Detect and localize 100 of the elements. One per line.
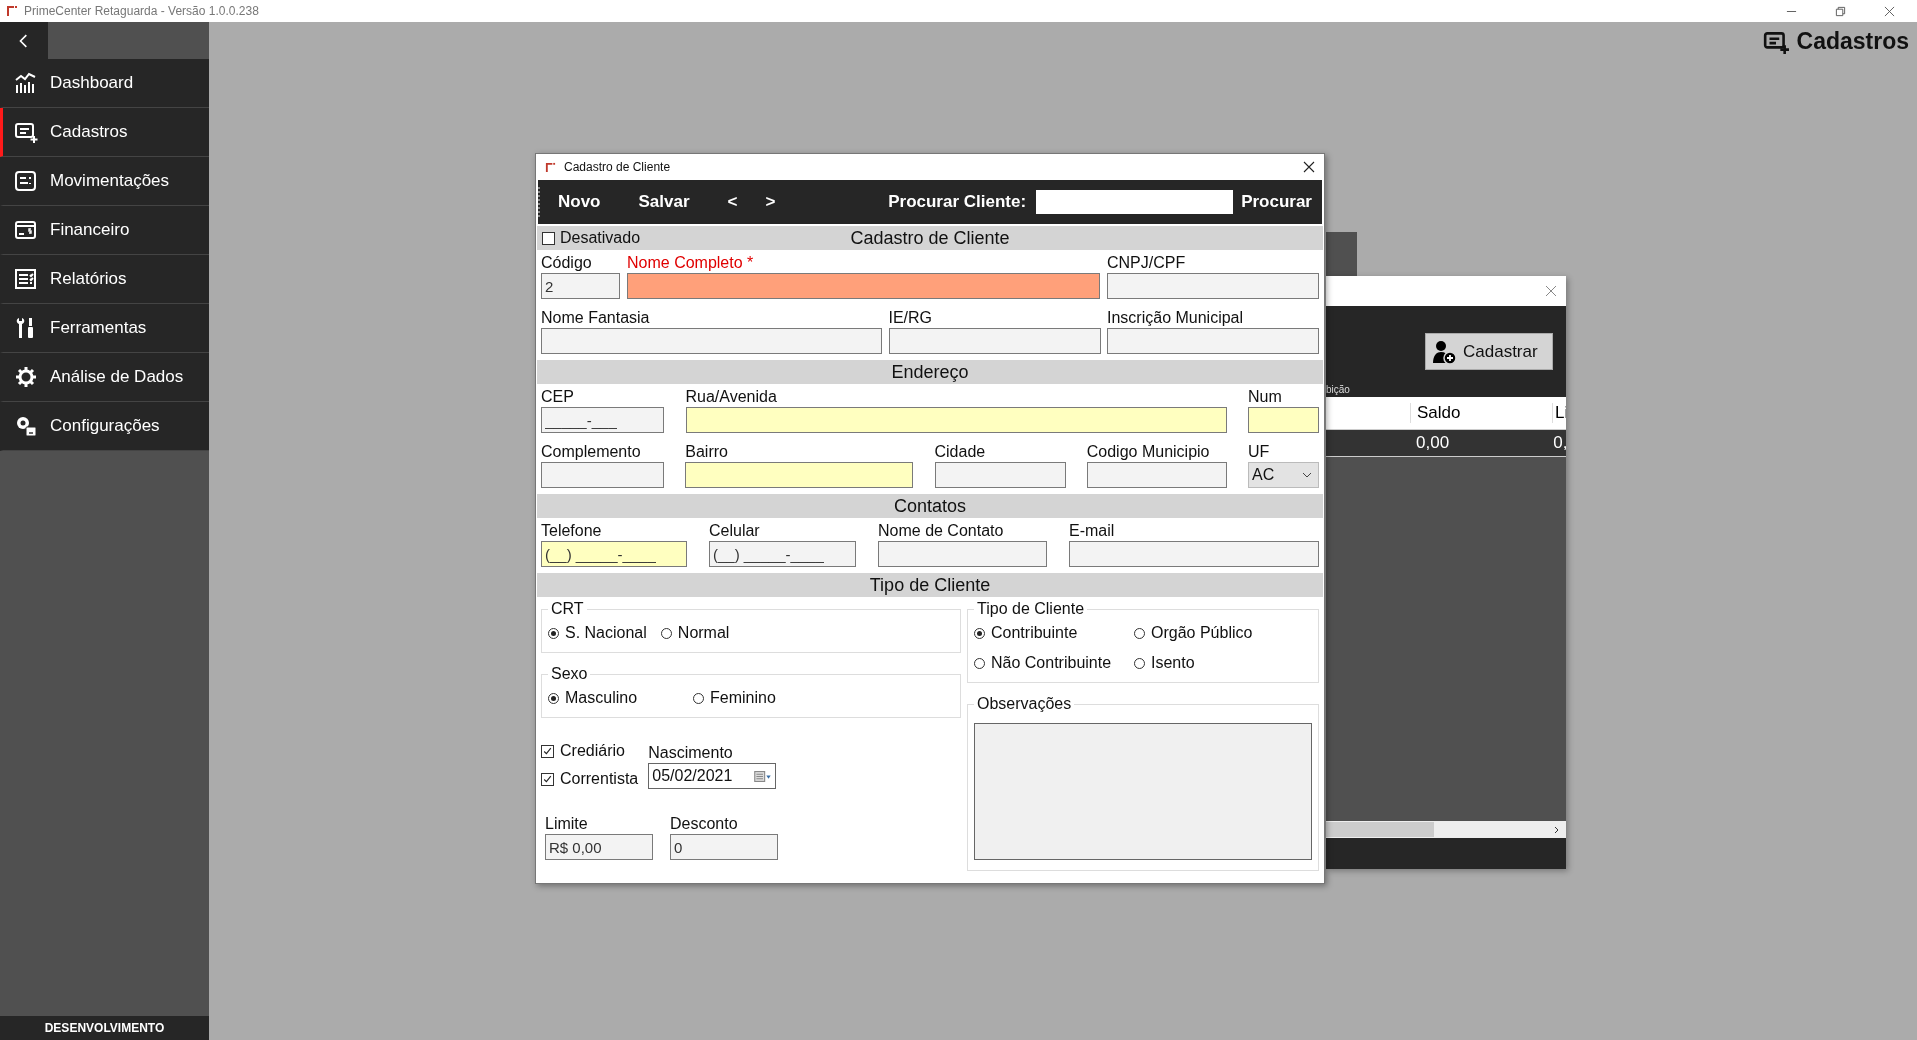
input-field[interactable]: _____-___ — [541, 407, 664, 433]
back-button[interactable] — [0, 22, 48, 59]
radio-option[interactable]: Contribuinte — [974, 624, 1134, 642]
input-field[interactable]: (__) _____-____ — [541, 541, 687, 567]
sidebar-item[interactable]: Cadastros — [0, 108, 209, 157]
field-label: Nome de Contato — [878, 521, 1005, 541]
group-title: Sexo — [550, 665, 589, 683]
table-cell-text: 0, — [1552, 433, 1566, 453]
panel-edge — [1326, 232, 1357, 276]
checklist-icon — [14, 267, 38, 291]
sidebar-item[interactable]: Análise de Dados — [0, 353, 209, 402]
sidebar-item[interactable]: Movimentações — [0, 157, 209, 206]
radio-option[interactable]: Masculino — [548, 689, 638, 707]
section-header: Endereço — [537, 360, 1323, 384]
checkbox-option[interactable]: Crediário — [541, 742, 639, 760]
chevron-right-icon[interactable] — [1553, 825, 1561, 834]
input-field[interactable] — [685, 462, 914, 488]
input-field[interactable] — [541, 328, 882, 354]
checkbox-option[interactable]: Correntista — [541, 770, 639, 788]
close-icon[interactable] — [1303, 161, 1315, 173]
environment-label: DESENVOLVIMENTO — [0, 1016, 209, 1040]
search-button[interactable]: Procurar — [1235, 188, 1318, 216]
horizontal-scrollbar[interactable] — [1326, 821, 1566, 838]
group-title: Observações — [976, 695, 1073, 713]
caret-icon — [1302, 472, 1312, 478]
section-header: Contatos — [537, 494, 1323, 518]
calendar-icon — [754, 770, 773, 782]
settings-icon — [14, 414, 38, 438]
field-label: Codigo Municipio — [1086, 442, 1211, 462]
restore-icon[interactable] — [1835, 5, 1846, 17]
input-field[interactable] — [878, 541, 1047, 567]
field-label: Limite — [545, 814, 589, 834]
table-cell-text: 0,00 — [1415, 433, 1451, 453]
field-label: UF — [1248, 442, 1271, 462]
column-header[interactable]: Saldo — [1410, 403, 1553, 423]
page-title: Cadastros — [1796, 28, 1909, 55]
radio-option[interactable]: Não Contribuinte — [974, 654, 1134, 672]
sidebar-item[interactable]: Financeiro — [0, 206, 209, 255]
logo-icon — [6, 5, 18, 17]
field-label: E-mail — [1069, 521, 1116, 541]
input-field[interactable] — [627, 273, 1100, 299]
field-label: Bairro — [685, 442, 729, 462]
input-field[interactable] — [1086, 462, 1227, 488]
caption-text: bição — [1326, 384, 1350, 395]
input-field[interactable] — [685, 407, 1227, 433]
input-field[interactable] — [1248, 407, 1319, 433]
field-label: Num — [1248, 387, 1283, 407]
field-label: Desconto — [670, 814, 739, 834]
field-label: Código — [541, 253, 593, 273]
checkbox[interactable] — [542, 231, 555, 245]
field-label: Complemento — [541, 442, 642, 462]
radio-option[interactable]: Orgão Público — [1134, 624, 1312, 642]
input-field[interactable]: R$ 0,00 — [545, 834, 653, 860]
toolbar-button[interactable]: Novo — [552, 188, 607, 216]
input-field[interactable] — [888, 328, 1101, 354]
sidebar-item[interactable]: Ferramentas — [0, 304, 209, 353]
input-field[interactable] — [934, 462, 1066, 488]
date-picker[interactable]: 05/02/2021 — [648, 763, 777, 789]
chart-icon — [14, 71, 38, 95]
input-field[interactable]: (__) _____-____ — [709, 541, 856, 567]
field-label: CEP — [541, 387, 575, 407]
input-field[interactable] — [1107, 273, 1319, 299]
group-title: Tipo de Cliente — [976, 600, 1086, 618]
add-user-icon — [1431, 338, 1457, 365]
section-header: Tipo de Cliente — [537, 573, 1323, 597]
search-field[interactable] — [1036, 190, 1234, 214]
gear-icon — [14, 365, 38, 389]
input-field[interactable]: 2 — [541, 273, 620, 299]
money-icon — [14, 218, 38, 242]
sidebar-item[interactable]: Dashboard — [0, 59, 209, 108]
field-label: CNPJ/CPF — [1107, 253, 1187, 273]
toolbar-button[interactable]: < — [721, 188, 744, 216]
field-label: Celular — [709, 521, 761, 541]
dropdown[interactable]: AC — [1248, 462, 1319, 488]
register-button[interactable]: Cadastrar — [1425, 333, 1553, 370]
checkmark-icon — [542, 745, 553, 757]
field-label: Nascimento — [648, 743, 734, 763]
sidebar-item[interactable]: Configurações — [0, 402, 209, 451]
field-label: Nome Completo * — [627, 253, 755, 273]
field-label: IE/RG — [888, 308, 934, 328]
radio-option[interactable]: Isento — [1134, 654, 1312, 672]
toolbar-button[interactable]: > — [759, 188, 782, 216]
search-label: Procurar Cliente: — [888, 192, 1027, 212]
logo-icon — [545, 161, 556, 173]
input-field[interactable]: 0 — [670, 834, 778, 860]
table-row[interactable]: 0,00 0, — [1326, 430, 1566, 457]
toolbar-button[interactable]: Salvar — [632, 188, 696, 216]
input-field[interactable] — [1069, 541, 1319, 567]
notes-field[interactable] — [974, 723, 1312, 860]
dialog-title: Cadastro de Cliente — [564, 160, 671, 174]
sidebar-item[interactable]: Relatórios — [0, 255, 209, 304]
input-field[interactable] — [541, 462, 664, 488]
radio-option[interactable]: Normal — [660, 624, 730, 642]
form-icon — [14, 169, 38, 193]
radio-option[interactable]: Feminino — [693, 689, 776, 707]
checkmark-icon — [542, 773, 553, 785]
radio-option[interactable]: S. Nacional — [548, 624, 647, 642]
list-add-icon — [14, 120, 38, 144]
input-field[interactable] — [1107, 328, 1319, 354]
field-label: Nome Fantasia — [541, 308, 651, 328]
